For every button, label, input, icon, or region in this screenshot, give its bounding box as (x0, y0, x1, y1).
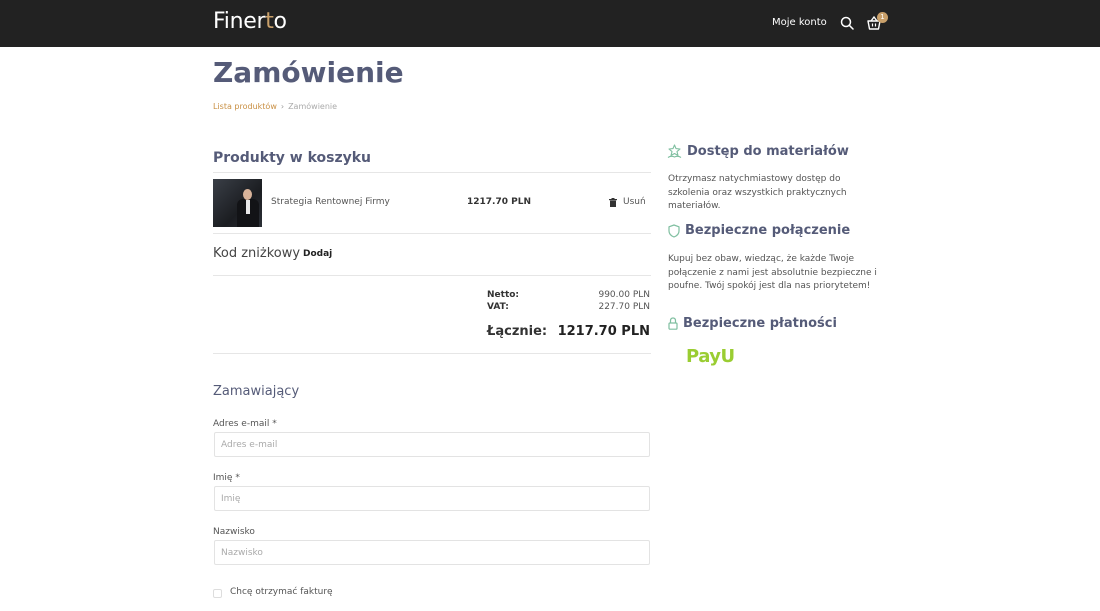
page-title: Zamówienie (213, 56, 404, 89)
shield-icon (668, 224, 680, 238)
remove-product-button[interactable]: Usuń (605, 193, 649, 211)
first-name-label: Imię * (213, 473, 240, 483)
hand-star-icon (667, 144, 682, 158)
breadcrumb: Lista produktów › Zamówienie (213, 102, 337, 111)
trash-icon (609, 197, 617, 207)
secure-connection-title: Bezpieczne połączenie (685, 223, 851, 238)
cart-count-badge: 1 (877, 12, 888, 23)
email-field[interactable] (214, 432, 650, 457)
last-name-field[interactable] (214, 540, 650, 565)
secure-connection-text: Kupuj bez obaw, wiedząc, że każde Twoje … (668, 254, 877, 291)
invoice-checkbox-label[interactable]: Chcę otrzymać fakturę (230, 587, 333, 597)
product-thumbnail (213, 179, 262, 227)
orderer-section-title: Zamawiający (213, 384, 300, 399)
cart-section-title: Produkty w koszyku (213, 150, 372, 166)
access-text: Otrzymasz natychmiastowy dostęp do szkol… (668, 174, 847, 211)
netto-label: Netto: (487, 290, 520, 300)
product-name: Strategia Rentownej Firmy (271, 197, 390, 207)
netto-value: 990.00 PLN (598, 290, 650, 300)
breadcrumb-current: Zamówienie (288, 102, 338, 111)
divider (213, 353, 651, 354)
remove-label: Usuń (623, 197, 646, 207)
finerto-logo[interactable]: Finerto (213, 9, 287, 34)
vat-label: VAT: (487, 302, 509, 312)
email-label: Adres e-mail * (213, 419, 277, 429)
last-name-label: Nazwisko (213, 527, 255, 537)
search-icon[interactable] (840, 16, 854, 30)
first-name-field[interactable] (214, 486, 650, 511)
chevron-right-icon: › (280, 102, 285, 111)
add-discount-button[interactable]: Dodaj (303, 249, 332, 259)
discount-code-label: Kod zniżkowy (213, 246, 301, 261)
divider (213, 233, 651, 234)
lock-icon (668, 317, 678, 330)
divider (213, 275, 651, 276)
breadcrumb-product-list-link[interactable]: Lista produktów (213, 102, 277, 111)
vat-value: 227.70 PLN (598, 302, 650, 312)
total-label: Łącznie: (487, 324, 548, 339)
payu-logo: PayU (686, 346, 735, 367)
divider (213, 172, 651, 173)
my-account-link[interactable]: Moje konto (772, 17, 827, 28)
top-navigation-bar: Finerto Moje konto 1 (0, 0, 1100, 47)
total-value: 1217.70 PLN (557, 324, 650, 339)
invoice-checkbox[interactable] (213, 589, 222, 598)
access-title: Dostęp do materiałów (687, 144, 849, 159)
product-price: 1217.70 PLN (467, 197, 531, 207)
secure-payments-title: Bezpieczne płatności (683, 316, 837, 331)
